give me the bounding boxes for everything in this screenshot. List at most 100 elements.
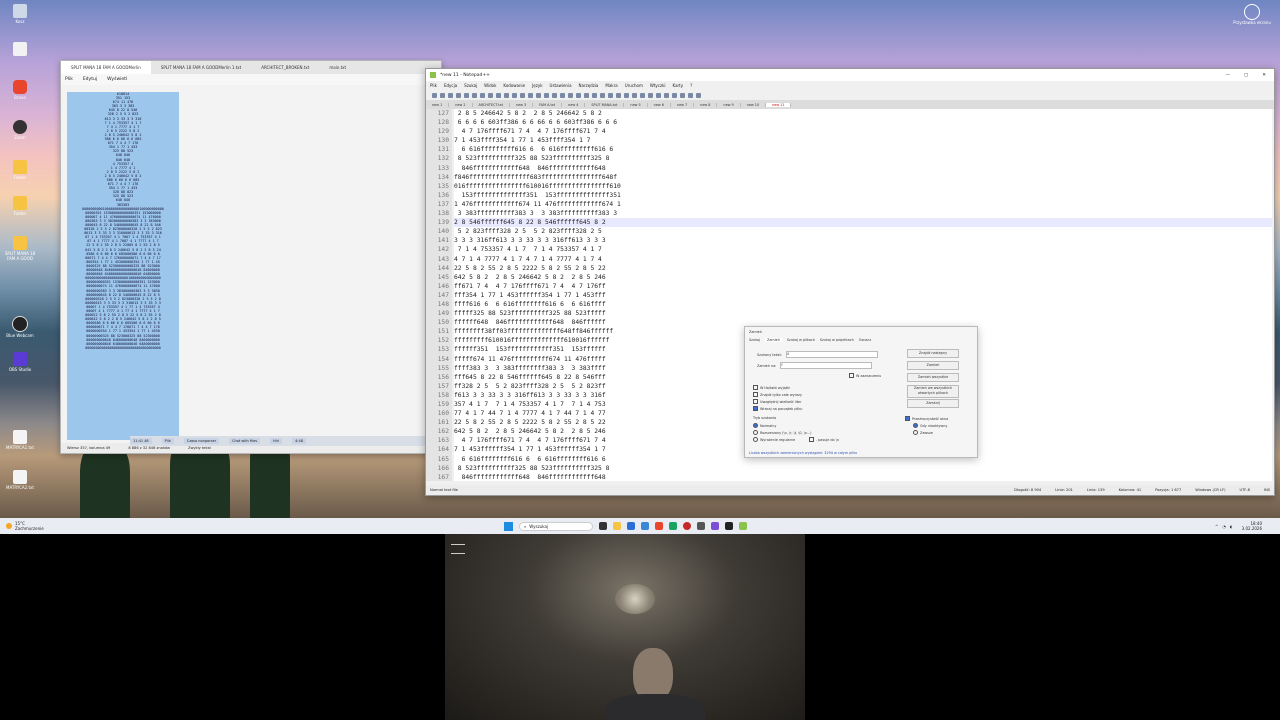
desktop-icon-obs[interactable]: OBS Studio bbox=[4, 352, 36, 372]
taskbar-clock[interactable]: 18:40 3.02.2026 bbox=[1242, 521, 1262, 531]
editor-line[interactable]: 3 383ffffffffff383 3 3 383ffffffffff383 … bbox=[454, 209, 1272, 218]
obs-icon[interactable] bbox=[711, 522, 719, 530]
brave-icon[interactable] bbox=[655, 522, 663, 530]
strip-item[interactable]: 11:41 48 bbox=[130, 438, 152, 444]
editor-line[interactable]: 7 1 453ffff354 1 77 1 453ffff354 1 7 bbox=[454, 136, 1272, 145]
toolbar-button-icon[interactable] bbox=[464, 92, 469, 98]
replace-all-button[interactable]: Zamień wszystkie bbox=[907, 373, 959, 382]
desktop-icon-txt[interactable]: MATRYCA2.txt bbox=[4, 470, 36, 490]
dialog-tab[interactable]: Szukaj w plikach bbox=[787, 338, 815, 342]
option-check[interactable]: Uwzględnij wielkość liter bbox=[753, 399, 802, 404]
start-button[interactable] bbox=[504, 521, 513, 531]
npp-tab[interactable]: new 4 bbox=[562, 102, 586, 107]
npp-tab[interactable]: new 10 bbox=[741, 102, 767, 107]
store-icon[interactable] bbox=[627, 522, 635, 530]
toolbar-button-icon[interactable] bbox=[672, 92, 677, 98]
menu-view[interactable]: Wyświetl bbox=[107, 77, 127, 82]
toolbar-button-icon[interactable] bbox=[544, 92, 549, 98]
toolbar-button-icon[interactable] bbox=[456, 92, 461, 98]
weather-widget[interactable]: 15°C Zachmurzenie bbox=[6, 521, 44, 531]
dialog-tab[interactable]: Zamień bbox=[765, 338, 782, 342]
notepad-tab[interactable]: ARCHITECT_BROKEN.txt bbox=[251, 65, 319, 70]
desktop-icon-folder[interactable]: Folder bbox=[4, 196, 36, 216]
notepad-text-selected[interactable]: 618814 351 153 674 11 476 383 3 3 383 64… bbox=[67, 92, 179, 440]
editor-line[interactable]: 846ffffffffffff648 846ffffffffffff648 bbox=[454, 473, 1272, 481]
dialog-tab[interactable]: Szukaj bbox=[749, 338, 760, 342]
editor-line[interactable]: 8 523ffffffffff325 88 523ffffffffff325 8 bbox=[454, 464, 1272, 473]
toolbar-button-icon[interactable] bbox=[600, 92, 605, 98]
npp-tab[interactable]: new 6 bbox=[648, 102, 671, 107]
strip-item[interactable]: Plik bbox=[161, 438, 174, 444]
strip-item[interactable]: Czaso nonparser bbox=[183, 438, 220, 444]
npp-menu-item[interactable]: Makra bbox=[605, 83, 617, 88]
npp-tab[interactable]: ARCHITECT.txt bbox=[473, 102, 510, 107]
toolbar-button-icon[interactable] bbox=[448, 92, 453, 98]
npp-tab[interactable]: FAM A.txt bbox=[533, 102, 563, 107]
hamburger-menu-icon[interactable] bbox=[451, 544, 465, 554]
mode-radio[interactable]: Wyrażenie regularne bbox=[753, 437, 795, 442]
npp-menu-item[interactable]: Język bbox=[532, 83, 542, 88]
terminal-icon[interactable] bbox=[725, 522, 733, 530]
current-line[interactable]: 2 8 546ffffff645 8 22 8 546ffffff645 8 2 bbox=[454, 218, 1272, 228]
toolbar-button-icon[interactable] bbox=[576, 92, 581, 98]
desktop-icon-file[interactable] bbox=[4, 42, 36, 57]
file-explorer-icon[interactable] bbox=[613, 522, 621, 530]
toolbar-button-icon[interactable] bbox=[584, 92, 589, 98]
mode-radio[interactable]: Normalny bbox=[753, 423, 776, 428]
notepad-tab[interactable]: SPLIT MANA 18 FAM A GOODMerlin bbox=[61, 61, 151, 74]
in-selection-check[interactable]: W zaznaczeniu bbox=[849, 373, 881, 378]
editor-line[interactable]: 846ffffffffffff648 846ffffffffffff648 bbox=[454, 164, 1272, 173]
toolbar-button-icon[interactable] bbox=[608, 92, 613, 98]
editor-line[interactable]: ff671 7 4 4 7 176ffff671 7 4 4 7 176ff bbox=[454, 282, 1272, 291]
option-check[interactable]: Wracaj na początek pliku bbox=[753, 406, 802, 411]
toolbar-button-icon[interactable] bbox=[560, 92, 565, 98]
editor-line[interactable]: 4 7 176ffff671 7 4 4 7 176ffff671 7 4 bbox=[454, 127, 1272, 136]
npp-menu-item[interactable]: Ustawienia bbox=[550, 83, 572, 88]
editor-line[interactable]: 3 3 3 316ff613 3 3 33 3 3 316ff613 3 3 3 bbox=[454, 236, 1272, 245]
toolbar-button-icon[interactable] bbox=[432, 92, 437, 98]
editor-line[interactable]: 7 1 4 753357 4 1 7 7 1 4 753357 4 1 7 bbox=[454, 245, 1272, 254]
toolbar-button-icon[interactable] bbox=[656, 92, 661, 98]
find-next-button[interactable]: Znajdź następny bbox=[907, 349, 959, 358]
desktop-icon-webcam[interactable]: Blue Webcam bbox=[4, 316, 36, 338]
toolbar-button-icon[interactable] bbox=[528, 92, 533, 98]
npp-menu-item[interactable]: Plik bbox=[430, 83, 437, 88]
toolbar-button-icon[interactable] bbox=[680, 92, 685, 98]
toolbar-button-icon[interactable] bbox=[664, 92, 669, 98]
npp-tab[interactable]: new 11 bbox=[766, 102, 792, 107]
menu-edit[interactable]: Edytuj bbox=[83, 77, 97, 82]
toolbar-button-icon[interactable] bbox=[632, 92, 637, 98]
toolbar-button-icon[interactable] bbox=[568, 92, 573, 98]
toolbar-button-icon[interactable] bbox=[640, 92, 645, 98]
editor-line[interactable]: f846ffffffffffffffff683ffffffffffffffff6… bbox=[454, 173, 1272, 182]
editor-line[interactable]: ffff616 6 6 616ffffffff616 6 6 616ffff bbox=[454, 300, 1272, 309]
npp-menu-item[interactable]: Wtyczki bbox=[650, 83, 666, 88]
toolbar-button-icon[interactable] bbox=[512, 92, 517, 98]
replace-all-open-button[interactable]: Zamień we wszystkich otwartych plikach bbox=[907, 385, 959, 398]
menu-file[interactable]: Plik bbox=[65, 77, 73, 82]
npp-tab[interactable]: new 2 bbox=[449, 102, 473, 107]
toolbar-button-icon[interactable] bbox=[552, 92, 557, 98]
volume-icon[interactable]: ◖ bbox=[1230, 524, 1232, 529]
desktop-icon-brave[interactable]: Brave bbox=[4, 80, 36, 100]
npp-menu-item[interactable]: Edycja bbox=[444, 83, 457, 88]
toolbar-button-icon[interactable] bbox=[592, 92, 597, 98]
replace-input[interactable]: f bbox=[780, 362, 873, 369]
editor-line[interactable]: 153ffffffffffffff351 153ffffffffffffff35… bbox=[454, 191, 1272, 200]
taskbar-search[interactable]: ⌕ Wyszukaj bbox=[519, 521, 593, 531]
desktop-icon-folder[interactable]: SPLIT MANA 18 FAM A GOOD bbox=[4, 236, 36, 261]
strip-item[interactable]: Hiri bbox=[270, 438, 283, 444]
toolbar-button-icon[interactable] bbox=[504, 92, 509, 98]
toolbar-button-icon[interactable] bbox=[472, 92, 477, 98]
npp-tab[interactable]: new 5 bbox=[624, 102, 648, 107]
editor-line[interactable]: 016ffffffffffffffff610016fffffffffffffff… bbox=[454, 182, 1272, 191]
option-check[interactable]: W tła/tabt wyjątki bbox=[753, 385, 790, 390]
mode-radio[interactable]: Rozszerzony (\n, \r, \t, \0, \x...) bbox=[753, 430, 811, 435]
npp-menu-item[interactable]: Widok bbox=[484, 83, 496, 88]
toolbar-button-icon[interactable] bbox=[688, 92, 693, 98]
chevron-up-icon[interactable]: ^ bbox=[1215, 524, 1218, 529]
close-button[interactable]: ✕ bbox=[1262, 73, 1266, 78]
app-icon[interactable] bbox=[683, 522, 691, 530]
npp-menu-item[interactable]: Uruchom bbox=[625, 83, 643, 88]
notepadpp-icon[interactable] bbox=[739, 522, 747, 530]
